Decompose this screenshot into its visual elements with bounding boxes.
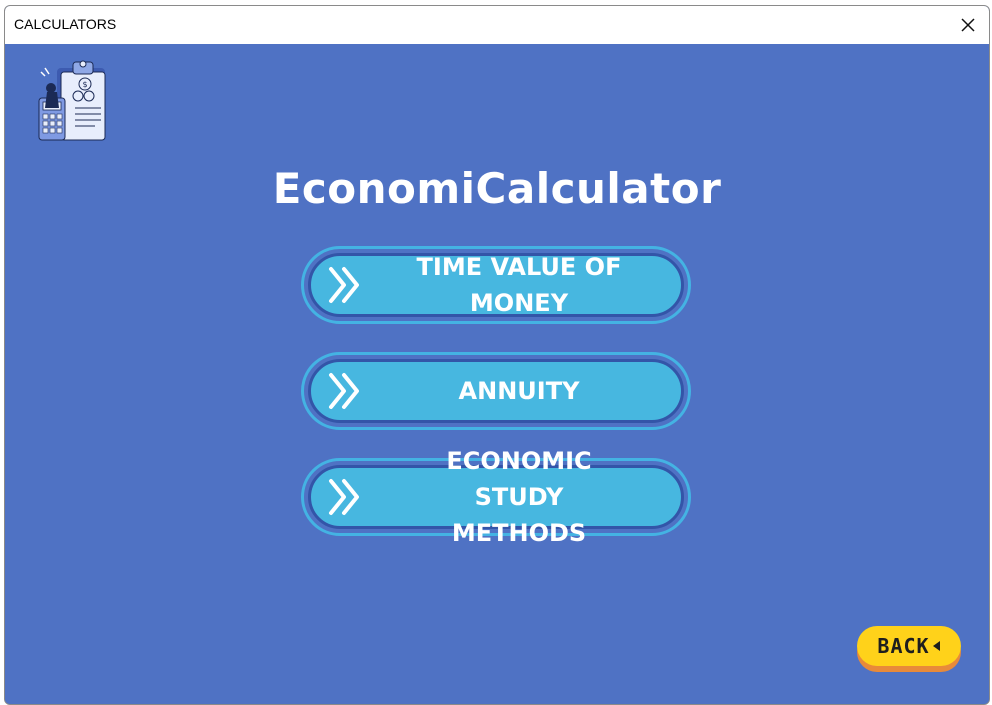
app-window: CALCULATORS $ EconomiCalculator TIME VAL… [4, 5, 990, 705]
back-button-face: BACK [857, 626, 961, 666]
calculator-clipboard-illustration-icon: $ [38, 60, 106, 141]
time-value-of-money-button[interactable]: TIME VALUE OF MONEY [301, 246, 691, 324]
triangle-left-icon [932, 641, 940, 651]
back-button-label: BACK [877, 634, 930, 658]
svg-text:$: $ [82, 80, 87, 89]
menu-item-label: TIME VALUE OF MONEY [416, 253, 622, 317]
double-chevron-right-icon [329, 373, 359, 409]
back-button[interactable]: BACK [857, 626, 961, 672]
close-icon [961, 18, 975, 32]
double-chevron-right-icon [329, 267, 359, 303]
menu-item-label: ECONOMIC STUDY METHODS [446, 447, 592, 547]
main-content: $ EconomiCalculator TIME VALUE OF MONEY … [5, 44, 989, 704]
title-bar: CALCULATORS [5, 6, 989, 44]
close-button[interactable] [953, 10, 983, 40]
economic-study-methods-button[interactable]: ECONOMIC STUDY METHODS [301, 447, 691, 547]
double-chevron-right-icon [329, 479, 359, 515]
annuity-button[interactable]: ANNUITY [301, 352, 691, 430]
app-title: EconomiCalculator [272, 164, 722, 213]
window-title: CALCULATORS [14, 16, 117, 32]
menu-item-label: ANNUITY [458, 377, 580, 405]
